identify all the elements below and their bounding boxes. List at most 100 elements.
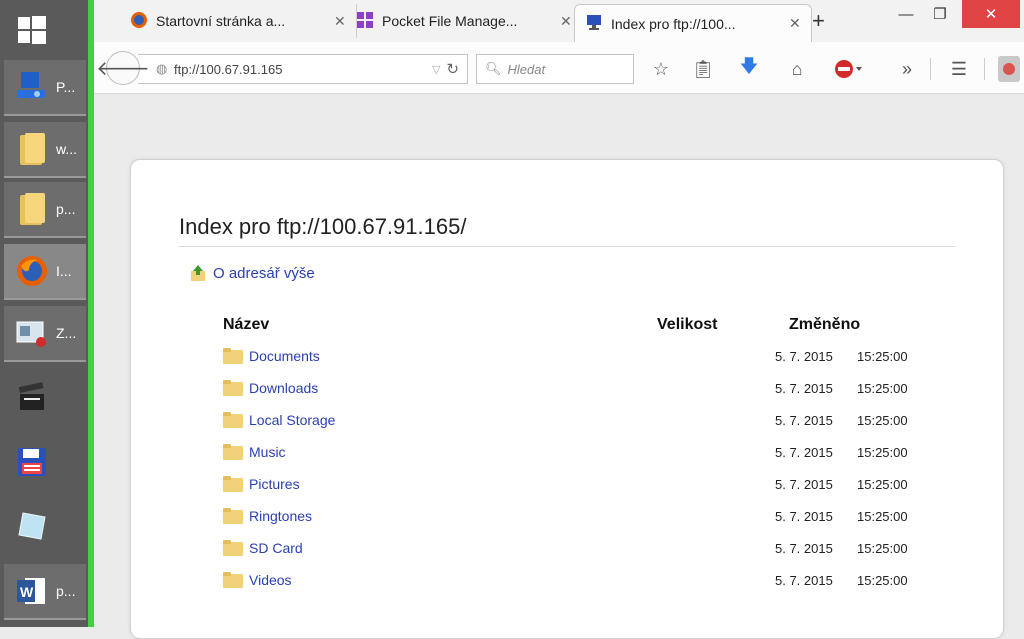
- extension-icon[interactable]: [998, 56, 1020, 82]
- tab-title: Startovní stránka a...: [156, 13, 286, 29]
- modified-time: 15:25:00: [857, 380, 908, 396]
- folder-icon: [223, 444, 243, 460]
- reload-icon[interactable]: ↻: [446, 60, 459, 78]
- adblock-icon[interactable]: [832, 56, 866, 82]
- table-row[interactable]: Ringtones 5. 7. 2015 15:25:00: [223, 504, 923, 528]
- folder-link[interactable]: Ringtones: [249, 508, 669, 524]
- menu-hamburger-icon[interactable]: ☰: [946, 56, 972, 82]
- firefox-icon: [130, 11, 148, 32]
- overflow-chevron-icon[interactable]: »: [894, 56, 920, 82]
- back-arrow-icon: 🡐: [96, 57, 150, 80]
- clapperboard-icon: [14, 380, 50, 416]
- back-button[interactable]: 🡐: [96, 51, 150, 85]
- tab-title: Pocket File Manage...: [382, 13, 518, 29]
- url-bar[interactable]: ◍ ftp://100.67.91.165 ▽ ↻: [138, 54, 468, 84]
- folder-icon: [223, 412, 243, 428]
- modified-time: 15:25:00: [857, 412, 908, 428]
- table-row[interactable]: Music 5. 7. 2015 15:25:00: [223, 440, 923, 464]
- url-text[interactable]: ftp://100.67.91.165: [174, 62, 432, 77]
- download-icon[interactable]: 🡇: [736, 56, 762, 82]
- table-row[interactable]: Downloads 5. 7. 2015 15:25:00: [223, 376, 923, 400]
- start-button[interactable]: [4, 2, 86, 58]
- folder-icon: [14, 131, 50, 167]
- clipboard-icon[interactable]: 📋︎: [690, 56, 716, 82]
- modified-time: 15:25:00: [857, 444, 908, 460]
- modified-time: 15:25:00: [857, 476, 908, 492]
- modified-date: 5. 7. 2015: [775, 348, 833, 364]
- url-dropdown-icon[interactable]: ▽: [432, 63, 440, 76]
- close-tab-icon[interactable]: ✕: [560, 13, 572, 30]
- monitor-icon: [585, 13, 603, 34]
- column-header-size[interactable]: Velikost: [657, 316, 717, 334]
- tab-title: Index pro ftp://100...: [611, 15, 736, 32]
- modified-date: 5. 7. 2015: [775, 476, 833, 492]
- close-window-button[interactable]: ✕: [962, 0, 1020, 28]
- search-placeholder: Hledat: [507, 61, 546, 77]
- folder-icon: [14, 191, 50, 227]
- table-row[interactable]: SD Card 5. 7. 2015 15:25:00: [223, 536, 923, 560]
- folder-link[interactable]: SD Card: [249, 540, 669, 556]
- table-row[interactable]: Pictures 5. 7. 2015 15:25:00: [223, 472, 923, 496]
- folder-icon: [223, 540, 243, 556]
- taskbar-item-computer[interactable]: P...: [4, 60, 86, 116]
- taskbar-item-video[interactable]: [4, 370, 86, 426]
- taskbar-item-label: I...: [56, 263, 72, 279]
- firefox-icon: [14, 253, 50, 289]
- directory-listing-card: Index pro ftp://100.67.91.165/ O adresář…: [130, 159, 1004, 639]
- computer-icon: [14, 69, 50, 105]
- parent-directory-label: O adresář výše: [213, 264, 315, 282]
- folder-link[interactable]: Local Storage: [249, 412, 669, 428]
- parent-directory-link[interactable]: O adresář výše: [189, 264, 315, 282]
- presentation-icon: [14, 315, 50, 351]
- modified-date: 5. 7. 2015: [775, 572, 833, 588]
- taskbar-item-label: P...: [56, 79, 76, 95]
- modified-time: 15:25:00: [857, 540, 908, 556]
- page-title: Index pro ftp://100.67.91.165/: [179, 214, 955, 247]
- bookmark-star-icon[interactable]: ☆: [648, 56, 674, 82]
- taskbar-item-save[interactable]: [4, 434, 86, 490]
- column-header-modified[interactable]: Změněno: [789, 316, 860, 334]
- toolbar-separator: [930, 58, 931, 80]
- close-tab-icon[interactable]: ✕: [334, 13, 346, 30]
- taskbar-item-label: w...: [56, 141, 78, 157]
- modified-date: 5. 7. 2015: [775, 508, 833, 524]
- floppy-disk-icon: [14, 444, 50, 480]
- column-header-name[interactable]: Název: [223, 316, 269, 334]
- modified-date: 5. 7. 2015: [775, 540, 833, 556]
- tab-ftp-index[interactable]: Index pro ftp://100... ✕: [574, 4, 812, 42]
- folder-link[interactable]: Videos: [249, 572, 669, 588]
- taskbar-item-firefox[interactable]: I...: [4, 244, 86, 300]
- search-input[interactable]: 🔍︎ Hledat: [476, 54, 634, 84]
- table-row[interactable]: Videos 5. 7. 2015 15:25:00: [223, 568, 923, 592]
- folder-icon: [223, 508, 243, 524]
- folder-link[interactable]: Pictures: [249, 476, 669, 492]
- folder-icon: [223, 476, 243, 492]
- taskbar-item-label: Z...: [56, 325, 77, 341]
- windows-app-icon: [356, 11, 374, 32]
- restore-button[interactable]: ❐: [920, 0, 960, 28]
- taskbar-item-word[interactable]: W p...: [4, 564, 86, 620]
- home-icon[interactable]: ⌂: [784, 56, 810, 82]
- navigation-toolbar: ◍ ftp://100.67.91.165 ▽ ↻ 🡐 🔍︎ Hledat ☆ …: [94, 42, 1024, 94]
- table-row[interactable]: Documents 5. 7. 2015 15:25:00: [223, 344, 923, 368]
- taskbar-item-folder-p[interactable]: p...: [4, 182, 86, 238]
- close-tab-icon[interactable]: ✕: [789, 15, 801, 32]
- modified-date: 5. 7. 2015: [775, 380, 833, 396]
- folder-link[interactable]: Downloads: [249, 380, 669, 396]
- taskbar: P... w... p... I... Z... W p...: [0, 0, 94, 627]
- taskbar-item-glass[interactable]: [4, 498, 86, 554]
- modified-time: 15:25:00: [857, 508, 908, 524]
- browser-window: Startovní stránka a... ✕ Pocket File Man…: [94, 0, 1024, 639]
- folder-link[interactable]: Documents: [249, 348, 669, 364]
- new-tab-button[interactable]: +: [812, 8, 825, 34]
- taskbar-item-label: p...: [56, 201, 76, 217]
- modified-date: 5. 7. 2015: [775, 444, 833, 460]
- tab-pocket-file-manager[interactable]: Pocket File Manage... ✕: [346, 4, 583, 38]
- table-row[interactable]: Local Storage 5. 7. 2015 15:25:00: [223, 408, 923, 432]
- taskbar-item-presentation[interactable]: Z...: [4, 306, 86, 362]
- tab-start-page[interactable]: Startovní stránka a... ✕: [120, 4, 357, 38]
- folder-icon: [223, 572, 243, 588]
- taskbar-item-folder-w[interactable]: w...: [4, 122, 86, 178]
- folder-link[interactable]: Music: [249, 444, 669, 460]
- modified-time: 15:25:00: [857, 348, 908, 364]
